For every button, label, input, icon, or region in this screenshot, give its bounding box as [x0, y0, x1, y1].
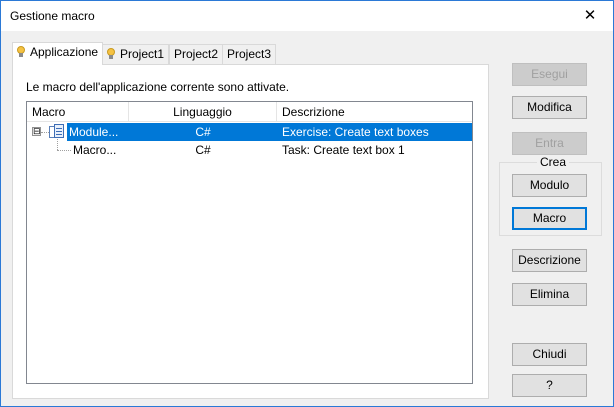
column-header-macro[interactable]: Macro — [27, 102, 129, 122]
tab-project1[interactable]: Project1 — [102, 44, 170, 64]
list-row[interactable]: Macro... C# Task: Create text box 1 — [27, 139, 472, 159]
macro-name-cell: Module... — [67, 123, 129, 141]
macro-list[interactable]: Macro Linguaggio Descrizione ⊟ Module...… — [26, 101, 473, 384]
info-text: Le macro dell'applicazione corrente sono… — [26, 80, 290, 94]
entra-button[interactable]: Entra — [512, 132, 587, 155]
tab-project3[interactable]: Project3 — [222, 44, 277, 64]
tab-applicazione[interactable]: Applicazione — [12, 42, 104, 65]
tab-label: Applicazione — [30, 45, 99, 59]
esegui-button[interactable]: Esegui — [512, 63, 587, 86]
tree-line — [57, 150, 71, 151]
list-row[interactable]: ⊟ Module... C# Exercise: Create text box… — [27, 123, 472, 141]
modulo-button[interactable]: Modulo — [512, 174, 587, 197]
tab-label: Project2 — [174, 47, 219, 61]
elimina-button[interactable]: Elimina — [512, 283, 587, 306]
crea-group-label: Crea — [537, 155, 570, 169]
tab-label: Project3 — [227, 47, 272, 61]
tree-line — [41, 132, 49, 133]
close-icon[interactable]: ✕ — [567, 1, 613, 31]
collapse-icon[interactable]: ⊟ — [32, 127, 41, 136]
module-icon — [49, 124, 65, 140]
column-header-descrizione[interactable]: Descrizione — [277, 102, 472, 122]
modifica-button[interactable]: Modifica — [512, 96, 587, 119]
chiudi-button[interactable]: Chiudi — [512, 343, 587, 366]
macro-manager-window: Gestione macro ✕ Applicazione Project1 P… — [0, 0, 614, 407]
tab-label: Project1 — [120, 47, 165, 61]
list-header: Macro Linguaggio Descrizione — [27, 102, 472, 122]
macro-name-cell: Macro... — [73, 143, 117, 157]
tab-panel: Le macro dell'applicazione corrente sono… — [12, 64, 489, 399]
macro-button[interactable]: Macro — [512, 207, 587, 230]
tree-line — [57, 139, 58, 150]
window-title: Gestione macro — [10, 9, 95, 23]
language-cell: C# — [129, 123, 277, 141]
help-button[interactable]: ? — [512, 374, 587, 397]
column-header-linguaggio[interactable]: Linguaggio — [129, 102, 277, 122]
descrizione-button[interactable]: Descrizione — [512, 249, 587, 272]
description-cell: Exercise: Create text boxes — [277, 123, 472, 141]
language-cell: C# — [195, 143, 211, 157]
tab-project2[interactable]: Project2 — [169, 44, 224, 64]
description-cell: Task: Create text box 1 — [282, 143, 405, 157]
lightbulb-icon — [107, 48, 115, 59]
dialog-client-area: Applicazione Project1 Project2 Project3 … — [1, 31, 613, 406]
lightbulb-icon — [17, 46, 25, 57]
title-bar: Gestione macro ✕ — [1, 1, 613, 31]
